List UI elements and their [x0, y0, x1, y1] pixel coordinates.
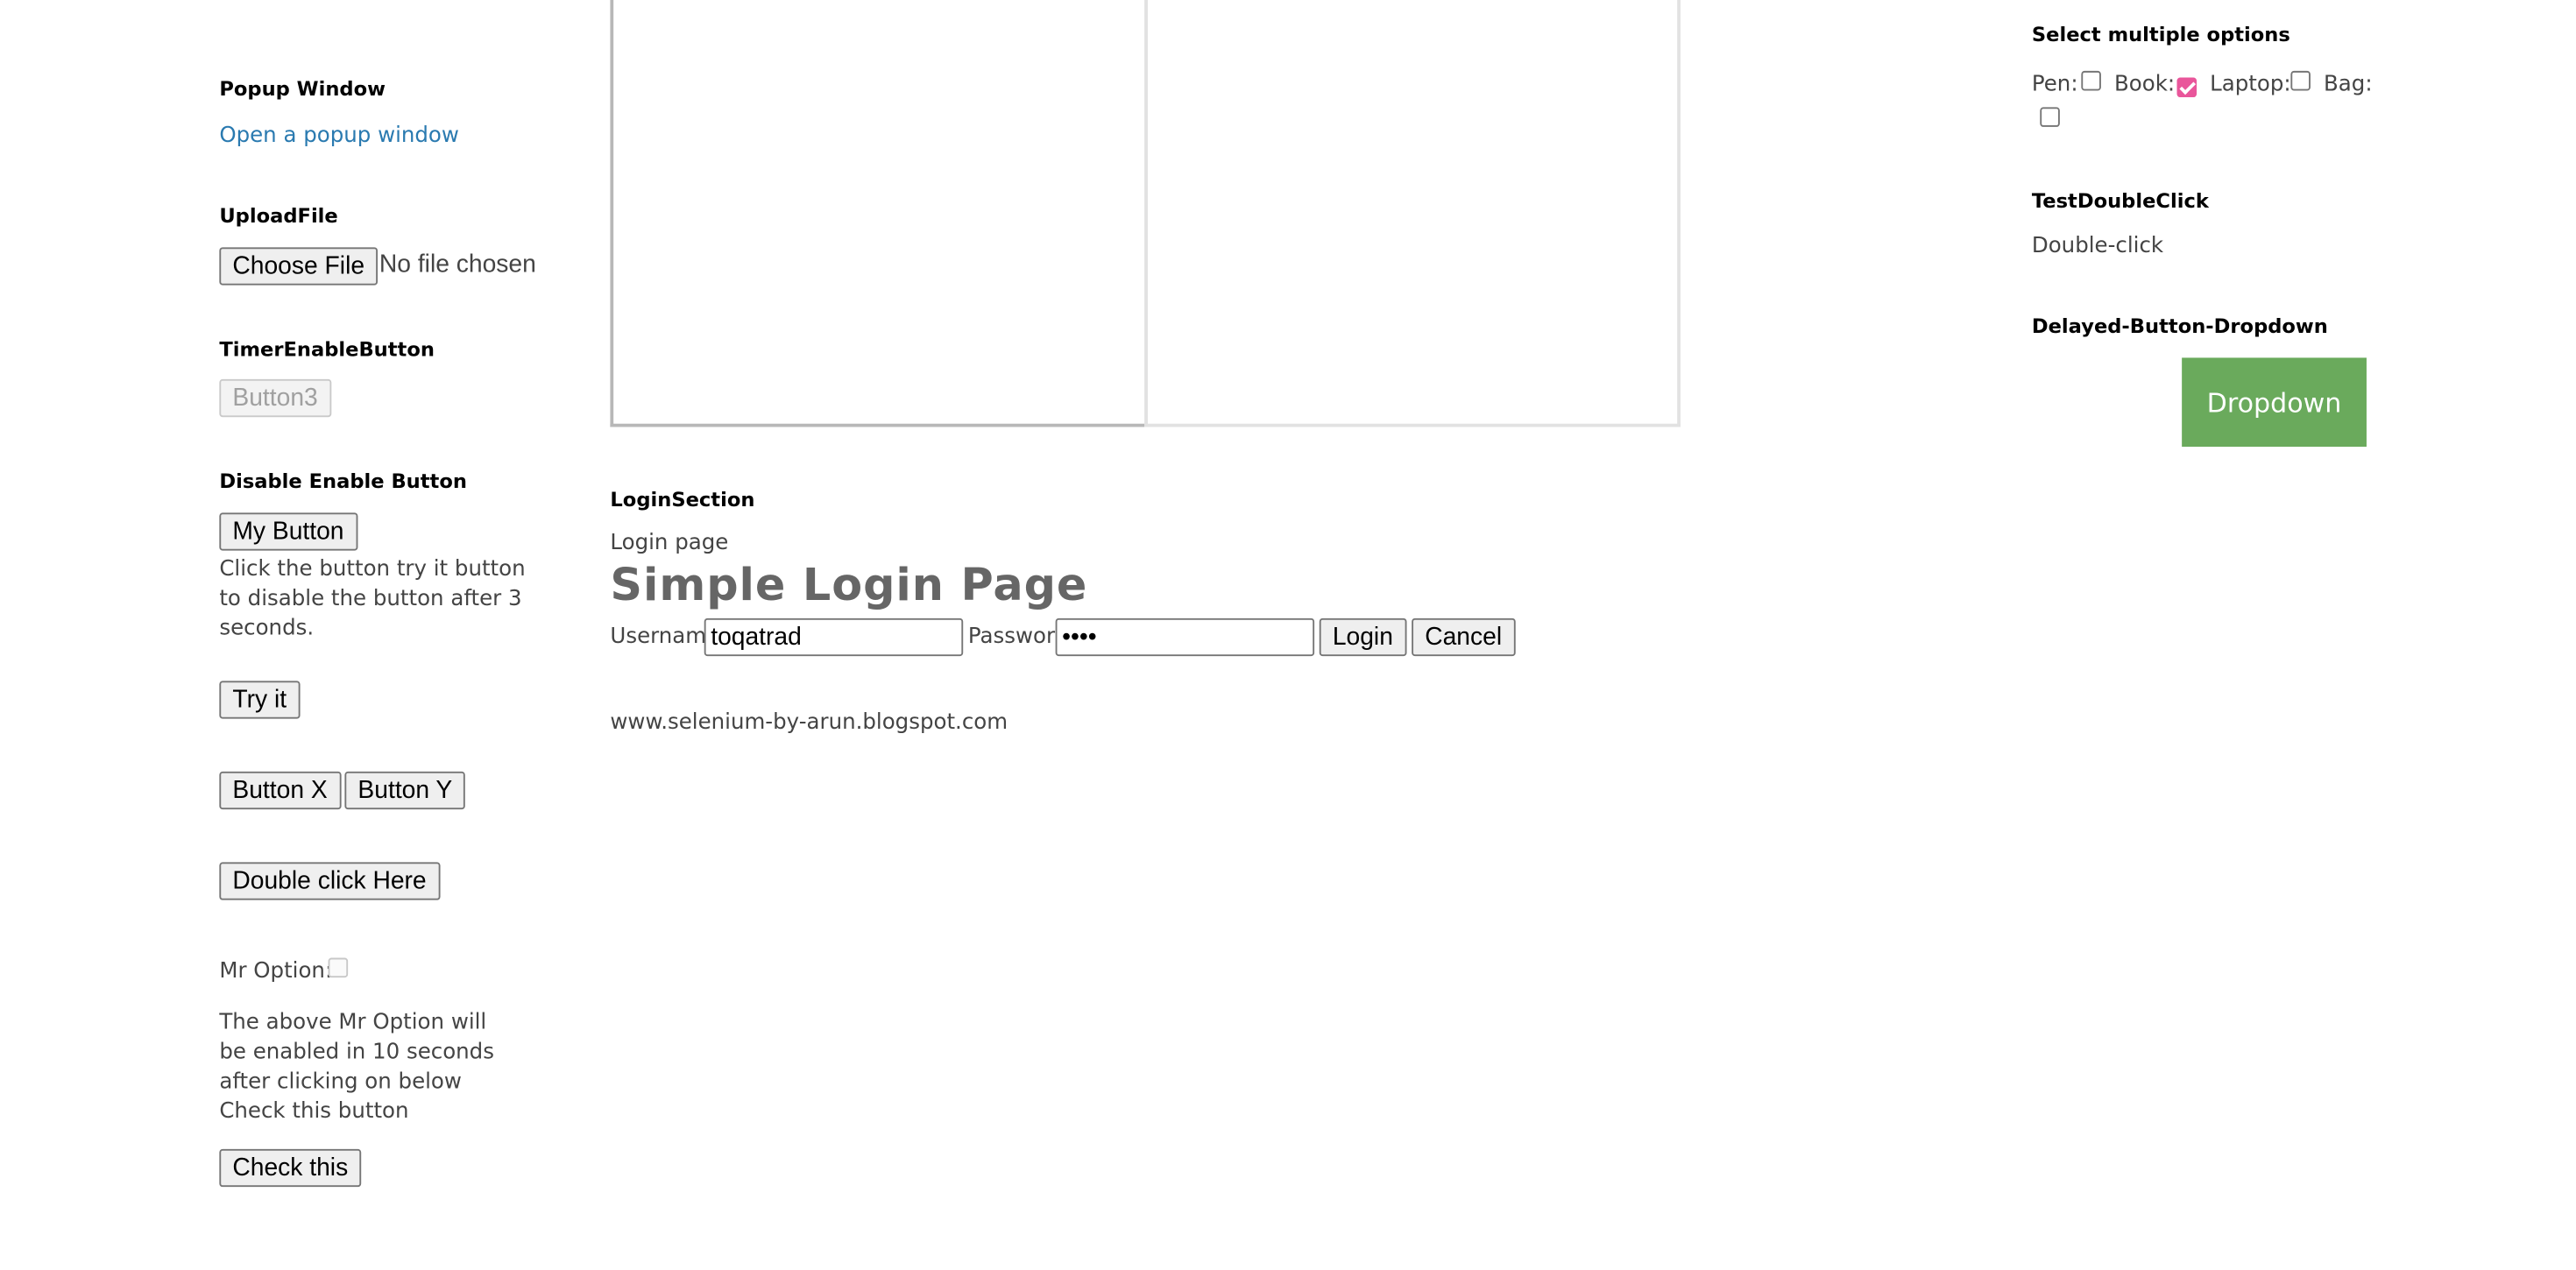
button-x[interactable]: Button X [219, 771, 341, 810]
check-this-button[interactable]: Check this [219, 1148, 362, 1188]
password-label: Password [967, 624, 1069, 650]
disable-enable-heading: Disable Enable Button [219, 469, 467, 493]
upload-file-heading: UploadFile [219, 204, 338, 228]
choose-file-button[interactable]: Choose File [219, 247, 379, 286]
my-button[interactable]: My Button [219, 512, 357, 551]
test-double-click-heading: TestDoubleClick [2031, 189, 2209, 213]
login-page-title: Simple Login Page [610, 560, 1088, 612]
password-input[interactable]: •••• [1055, 617, 1315, 657]
option-book-label: Book: [2113, 72, 2176, 98]
option-pen-checkbox[interactable] [2081, 70, 2101, 91]
mr-option-label: Mr Option: [219, 959, 333, 984]
option-laptop-label: Laptop: [2210, 72, 2291, 98]
dropdown-button[interactable]: Dropdown [2182, 357, 2367, 448]
iframe-right[interactable] [1144, 0, 1681, 427]
select-multiple-heading: Select multiple options [2031, 23, 2290, 46]
option-laptop-checkbox[interactable] [2290, 70, 2311, 91]
try-it-button[interactable]: Try it [219, 681, 301, 719]
option-bag-checkbox[interactable] [2040, 107, 2060, 127]
option-bag-label: Bag: [2324, 72, 2373, 98]
iframe-left[interactable] [610, 0, 1149, 427]
option-pen-label: Pen: [2031, 72, 2078, 98]
option-book-checkbox[interactable] [2176, 77, 2197, 98]
mr-option-checkbox[interactable] [328, 957, 349, 978]
button3-disabled[interactable]: Button3 [219, 378, 331, 418]
open-popup-link[interactable]: Open a popup window [219, 123, 459, 148]
footer-url-text: www.selenium-by-arun.blogspot.com [610, 710, 1008, 736]
mr-option-description: The above Mr Option will be enabled in 1… [219, 1010, 494, 1125]
username-input[interactable]: toqatrad [704, 617, 964, 657]
login-page-subtitle: Login page [610, 531, 729, 556]
delayed-dropdown-heading: Delayed-Button-Dropdown [2031, 314, 2328, 338]
timer-enable-heading: TimerEnableButton [219, 337, 435, 362]
username-label: Username [610, 624, 720, 650]
cancel-button[interactable]: Cancel [1412, 617, 1516, 657]
double-click-here-button[interactable]: Double click Here [219, 862, 440, 900]
popup-window-heading: Popup Window [219, 77, 386, 101]
double-click-text[interactable]: Double-click [2032, 232, 2163, 262]
login-button[interactable]: Login [1319, 617, 1406, 657]
disable-description: Click the button try it button to disabl… [219, 557, 526, 642]
file-status-text: No file chosen [379, 250, 536, 279]
button-y[interactable]: Button Y [344, 771, 466, 810]
login-section-heading: LoginSection [610, 488, 755, 512]
